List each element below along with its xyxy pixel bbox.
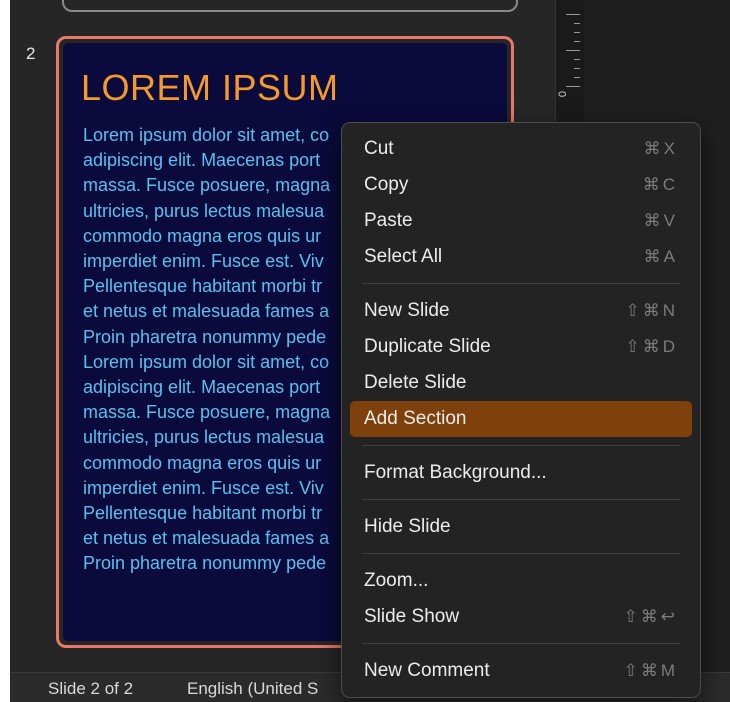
ruler-tick [566, 50, 580, 51]
menu-item-shortcut: ⇧⌘D [625, 337, 678, 356]
menu-item-shortcut: ⇧⌘M [623, 661, 678, 680]
ruler-tick [574, 32, 580, 33]
menu-item-label: Hide Slide [364, 516, 451, 537]
slide-count-status: Slide 2 of 2 [48, 679, 134, 698]
menu-separator [362, 499, 680, 500]
slide-number: 2 [26, 44, 36, 63]
menu-item-label: Duplicate Slide [364, 336, 491, 357]
previous-slide-thumbnail[interactable] [62, 0, 518, 12]
ruler-tick [574, 59, 580, 60]
ruler-tick [574, 68, 580, 69]
slide-title: LOREM IPSUM [81, 67, 339, 108]
menu-separator [362, 643, 680, 644]
menu-item-label: Zoom... [364, 570, 429, 591]
menu-item-new-slide[interactable]: New Slide ⇧⌘N [350, 293, 692, 329]
menu-item-select-all[interactable]: Select All ⌘A [350, 239, 692, 275]
ruler-tick [574, 77, 580, 78]
menu-item-zoom[interactable]: Zoom... [350, 563, 692, 599]
menu-item-shortcut: ⌘C [642, 175, 678, 194]
menu-item-shortcut: ⌘V [643, 211, 678, 230]
menu-item-label: Select All [364, 246, 443, 267]
menu-item-shortcut: ⇧⌘N [625, 301, 678, 320]
menu-item-label: New Slide [364, 300, 450, 321]
menu-item-shortcut: ⇧⌘↩ [623, 607, 678, 626]
menu-item-label: Cut [364, 138, 394, 159]
menu-item-label: New Comment [364, 660, 490, 681]
menu-item-paste[interactable]: Paste ⌘V [350, 203, 692, 239]
ruler-tick [566, 86, 580, 87]
menu-separator [362, 283, 680, 284]
menu-item-label: Delete Slide [364, 372, 467, 393]
menu-item-cut[interactable]: Cut ⌘X [350, 131, 692, 167]
menu-item-new-comment[interactable]: New Comment ⇧⌘M [350, 653, 692, 689]
menu-item-shortcut: ⌘X [643, 139, 678, 158]
ruler-zero-label: 0 [557, 90, 570, 98]
menu-item-label: Paste [364, 210, 413, 231]
menu-item-duplicate-slide[interactable]: Duplicate Slide ⇧⌘D [350, 329, 692, 365]
ruler-tick [574, 23, 580, 24]
menu-item-label: Add Section [364, 408, 467, 429]
menu-item-add-section[interactable]: Add Section [350, 401, 692, 437]
menu-item-shortcut: ⌘A [643, 247, 678, 266]
menu-item-label: Format Background... [364, 462, 547, 483]
menu-item-label: Copy [364, 174, 409, 195]
ruler-tick [566, 14, 580, 15]
context-menu: Cut ⌘X Copy ⌘C Paste ⌘V Select All ⌘A New Slide ⇧… [341, 122, 701, 698]
ruler-tick [574, 41, 580, 42]
menu-separator [362, 553, 680, 554]
language-status[interactable]: English (United S [187, 679, 318, 699]
menu-item-format-background[interactable]: Format Background... [350, 455, 692, 491]
menu-item-label: Slide Show [364, 606, 460, 627]
menu-item-delete-slide[interactable]: Delete Slide [350, 365, 692, 401]
menu-separator [362, 445, 680, 446]
menu-item-hide-slide[interactable]: Hide Slide [350, 509, 692, 545]
menu-item-copy[interactable]: Copy ⌘C [350, 167, 692, 203]
menu-item-slide-show[interactable]: Slide Show ⇧⌘↩ [350, 599, 692, 635]
